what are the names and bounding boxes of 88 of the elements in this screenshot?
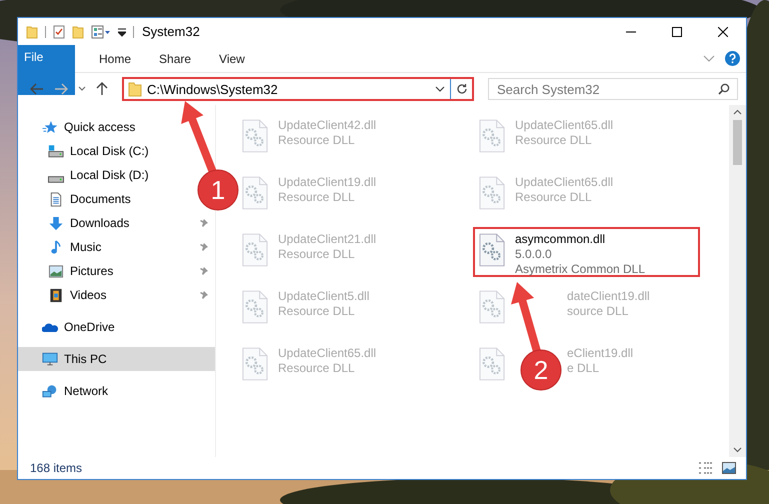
up-icon[interactable] (96, 82, 108, 96)
file-description: Resource DLL (278, 361, 356, 376)
pin-icon[interactable] (199, 242, 209, 252)
gear-file-icon (242, 232, 268, 268)
refresh-icon[interactable] (456, 83, 468, 95)
file-name: UpdateClient5.dll (278, 289, 370, 304)
drive-icon (48, 144, 64, 158)
sidebar-item[interactable]: Local Disk (D:) (18, 163, 155, 187)
pin-icon[interactable] (199, 290, 209, 300)
file-name: UpdateClient65.dll (515, 175, 614, 190)
monitor-icon (42, 352, 58, 366)
pin-icon[interactable] (199, 266, 209, 276)
file-description: e DLL (567, 361, 600, 376)
file-name: eClient19.dll (567, 346, 634, 361)
drive-icon (48, 176, 64, 182)
ribbon-tab[interactable]: View (205, 45, 259, 72)
ribbon-tab[interactable]: Home (85, 45, 146, 72)
file-description: Resource DLL (515, 190, 593, 205)
file-name: UpdateClient21.dll (278, 232, 376, 247)
scrollbar-thumb[interactable] (733, 120, 742, 165)
file-name: UpdateClient65.dll (278, 346, 376, 361)
network-icon (42, 384, 58, 398)
gear-file-icon (479, 232, 505, 268)
sidebar-item[interactable]: Music (18, 235, 215, 259)
file-description: Resource DLL (515, 133, 593, 148)
large-icons-view-icon[interactable] (722, 462, 736, 474)
sidebar-item[interactable]: Network (18, 379, 215, 403)
scroll-down-icon[interactable] (733, 447, 742, 453)
search-icon[interactable] (718, 83, 730, 95)
gear-file-icon (242, 346, 268, 382)
file-description: Resource DLL (278, 304, 356, 319)
item-count: 168 items (30, 461, 82, 475)
sidebar-item[interactable]: OneDrive (18, 315, 215, 339)
sidebar-item[interactable]: Downloads (18, 211, 215, 235)
file-description: source DLL (567, 304, 630, 319)
minimize-icon (626, 30, 636, 32)
step-number-badge: 1 (198, 170, 238, 210)
star-icon (42, 120, 58, 134)
help-icon[interactable] (725, 51, 740, 66)
address-bar[interactable]: C:\Windows\System32 (122, 77, 474, 101)
customize-caret-icon[interactable] (118, 26, 126, 36)
gear-file-icon (479, 346, 505, 382)
sidebar-item[interactable]: Videos (18, 283, 215, 307)
sidebar-item[interactable]: Documents (18, 187, 137, 211)
dropdown-caret-icon[interactable] (435, 86, 445, 92)
properties-icon[interactable] (53, 24, 65, 38)
gear-file-icon (242, 175, 268, 211)
vertical-scrollbar[interactable] (729, 105, 746, 457)
file-name: asymcommon.dll (515, 232, 606, 247)
sidebar-item[interactable]: Pictures (18, 259, 215, 283)
forward-icon[interactable] (54, 83, 68, 95)
close-icon (718, 26, 728, 36)
pin-icon[interactable] (199, 218, 209, 228)
step-number-badge: 2 (520, 350, 562, 390)
address-path: C:\Windows\System32 (147, 82, 278, 96)
ribbon-tab[interactable]: Share (145, 45, 206, 72)
gear-file-icon (479, 289, 505, 325)
search-field[interactable]: Search System32 (488, 78, 738, 100)
file-name: UpdateClient65.dll (515, 118, 614, 133)
download-icon (48, 216, 64, 230)
gear-file-icon (242, 289, 268, 325)
ribbon-tab[interactable]: File (18, 45, 75, 95)
file-version: 5.0.0.0 (515, 247, 553, 262)
sidebar-item[interactable]: This PC (18, 347, 215, 371)
recent-locations-icon[interactable] (78, 86, 86, 92)
film-icon (48, 288, 64, 302)
file-description: Asymetrix Common DLL (515, 262, 646, 277)
file-description: Resource DLL (278, 190, 356, 205)
folder-icon (128, 81, 142, 97)
sidebar-item[interactable]: Local Disk (C:) (18, 139, 155, 163)
landscape-picture-icon (48, 264, 64, 278)
maximize-icon (672, 26, 682, 36)
file-name: UpdateClient42.dll (278, 118, 376, 133)
file-description: Resource DLL (278, 133, 356, 148)
gear-file-icon (479, 175, 505, 211)
document-icon (48, 192, 64, 206)
scroll-up-icon[interactable] (733, 109, 742, 115)
gear-file-icon (242, 118, 268, 154)
view-options-icon[interactable] (91, 24, 111, 38)
file-name: UpdateClient19.dll (278, 175, 376, 190)
expand-ribbon-icon[interactable] (703, 54, 715, 62)
details-view-icon[interactable] (698, 462, 714, 474)
sidebar-item[interactable]: Quick access (18, 115, 215, 139)
file-name: dateClient19.dll (567, 289, 650, 304)
file-description: Resource DLL (278, 247, 356, 262)
window-title: System32 (142, 24, 200, 39)
gear-file-icon (479, 118, 505, 154)
highlighted-file-item[interactable]: asymcommon.dll 5.0.0.0 Asymetrix Common DLL (473, 227, 700, 277)
